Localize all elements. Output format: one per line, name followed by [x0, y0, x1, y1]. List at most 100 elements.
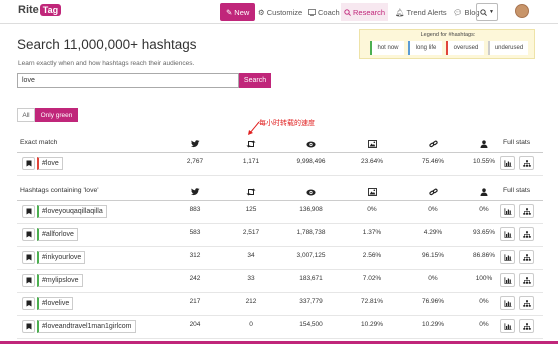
annotation-arrow	[248, 121, 260, 135]
nav-customize[interactable]: ⚙ Customize	[255, 3, 305, 21]
bookmark-button[interactable]	[22, 251, 35, 264]
search-button[interactable]: Search	[239, 73, 271, 88]
bar-chart-button[interactable]	[500, 296, 515, 310]
table-row: #lovelive 217 212 337,779 72.81% 76.96% …	[17, 293, 543, 316]
exposure-cell: 9,998,496	[296, 158, 326, 165]
bar-chart-icon	[504, 207, 511, 215]
bar-chart-icon	[504, 159, 511, 167]
ritetag-logo[interactable]: Rite Tag	[18, 4, 62, 16]
legend-hot-now: hot now	[370, 41, 404, 55]
nav-research[interactable]: Research	[341, 3, 389, 21]
retweets-cell: 2,517	[242, 229, 260, 236]
bar-chart-button[interactable]	[500, 227, 515, 241]
search-icon	[344, 8, 351, 16]
bookmark-icon	[26, 160, 31, 167]
nav-coach[interactable]: Coach	[305, 3, 343, 21]
hashtag-chip[interactable]: #loveyouqaqillaqilla	[37, 205, 107, 218]
eye-icon	[291, 137, 331, 151]
images-cell: 10.29%	[360, 321, 384, 328]
bar-chart-button[interactable]	[500, 250, 515, 264]
network-button[interactable]	[519, 156, 534, 170]
network-button[interactable]	[519, 250, 534, 264]
bar-chart-button[interactable]	[500, 156, 515, 170]
new-button[interactable]: ✎ New	[220, 3, 256, 21]
hashtag-chip[interactable]: #allforlove	[37, 228, 78, 241]
sitemap-icon	[522, 276, 531, 284]
page-subtitle: Learn exactly when and how hashtags reac…	[18, 60, 195, 67]
containing-label: Hashtags containing 'love'	[20, 187, 99, 194]
table-row: #loveyouqaqillaqilla 883 125 136,908 0% …	[17, 201, 543, 224]
bookmark-icon	[26, 254, 31, 261]
bar-chart-button[interactable]	[500, 319, 515, 333]
hashtag-legend: Legend for #hashtags: hot now long life …	[359, 29, 535, 59]
exposure-cell: 136,908	[299, 206, 323, 213]
bar-chart-icon	[504, 322, 511, 330]
twitter-icon	[175, 185, 215, 199]
bar-chart-button[interactable]	[500, 204, 515, 218]
retweet-icon	[231, 137, 271, 151]
filter-only-green-button[interactable]: Only green	[35, 108, 78, 122]
page: Rite Tag ✎ New ⚙ Customize Coach Researc…	[0, 0, 558, 344]
table-row: #mylipslove 242 33 183,671 7.02% 0% 100%	[17, 270, 543, 293]
bookmark-button[interactable]	[22, 205, 35, 218]
eye-icon	[291, 185, 331, 199]
link-icon	[413, 137, 453, 151]
bell-icon: 🔔︎	[395, 7, 405, 17]
full-stats-label: Full stats	[503, 139, 531, 146]
network-button[interactable]	[519, 204, 534, 218]
tweets-cell: 217	[189, 298, 201, 305]
legend-title: Legend for #hashtags:	[420, 32, 476, 38]
exposure-cell: 1,788,738	[296, 229, 326, 236]
avatar[interactable]	[515, 4, 529, 18]
containing-header: Hashtags containing 'love' Full stats	[17, 184, 543, 200]
retweet-icon	[231, 185, 271, 199]
retweets-cell: 33	[247, 275, 255, 282]
coach-icon	[308, 8, 316, 16]
bookmark-button[interactable]	[22, 157, 35, 170]
images-cell: 7.02%	[362, 275, 382, 282]
filter-all-button[interactable]: All	[17, 108, 35, 122]
bar-chart-button[interactable]	[500, 273, 515, 287]
hashtag-chip[interactable]: #loveandtravel1man1girlcom	[37, 320, 136, 333]
nav-search-dropdown[interactable]: ▼	[476, 3, 498, 21]
tweets-cell: 583	[189, 229, 201, 236]
bookmark-button[interactable]	[22, 297, 35, 310]
network-button[interactable]	[519, 227, 534, 241]
sitemap-icon	[522, 322, 531, 330]
search-icon	[480, 8, 487, 16]
research-label: Research	[353, 7, 386, 17]
hashtag-chip[interactable]: #mylipslove	[37, 274, 83, 287]
exposure-cell: 3,007,125	[296, 252, 326, 259]
full-stats-label: Full stats	[503, 187, 531, 194]
network-button[interactable]	[519, 319, 534, 333]
tweets-cell: 2,767	[186, 158, 204, 165]
search-input[interactable]: love	[17, 73, 239, 88]
retweets-cell: 0	[249, 321, 253, 328]
tweets-cell: 242	[189, 275, 201, 282]
bookmark-button[interactable]	[22, 320, 35, 333]
twitter-icon	[175, 137, 215, 151]
image-icon	[352, 137, 392, 151]
image-icon	[352, 185, 392, 199]
retweets-cell: 34	[247, 252, 255, 259]
images-cell: 1.37%	[362, 229, 382, 236]
network-button[interactable]	[519, 273, 534, 287]
top-nav: Rite Tag ✎ New ⚙ Customize Coach Researc…	[0, 0, 558, 24]
images-cell: 0%	[367, 206, 377, 213]
bookmark-button[interactable]	[22, 274, 35, 287]
sitemap-icon	[522, 299, 531, 307]
comment-icon: 💬︎	[453, 7, 463, 17]
hashtag-chip[interactable]: #love	[37, 157, 63, 170]
hashtag-chip[interactable]: #lovelive	[37, 297, 74, 310]
exposure-cell: 154,500	[299, 321, 323, 328]
hashtag-chip[interactable]: #inkyourlove	[37, 251, 86, 264]
sitemap-icon	[522, 207, 531, 215]
exposure-cell: 337,779	[299, 298, 323, 305]
bookmark-button[interactable]	[22, 228, 35, 241]
tweets-cell: 883	[189, 206, 201, 213]
legend-overused: overused	[446, 41, 484, 55]
network-button[interactable]	[519, 296, 534, 310]
nav-trend-alerts[interactable]: 🔔︎ Trend Alerts	[392, 3, 450, 21]
retweets-cell: 125	[245, 206, 257, 213]
retweets-cell: 212	[245, 298, 257, 305]
